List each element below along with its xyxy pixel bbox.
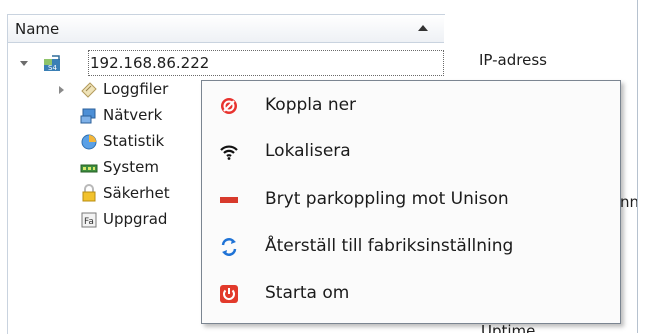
svg-text:S4: S4 <box>48 64 57 72</box>
svg-text:Fa: Fa <box>84 217 94 227</box>
tree-row-label: 192.168.86.222 <box>90 54 210 72</box>
tree-row-device[interactable]: S4 192.168.86.222 <box>8 50 444 77</box>
tree-row-uppgrad[interactable]: Fa Uppgrad <box>8 207 198 233</box>
column-header-label: Name <box>15 20 60 38</box>
tree-row-statistik[interactable]: Statistik <box>8 129 198 155</box>
upgrade-icon: Fa <box>81 212 97 228</box>
factory-reset-icon <box>221 238 237 256</box>
restart-icon <box>220 285 238 303</box>
ip-address-column-label: IP-adress <box>479 51 547 69</box>
expand-arrow-icon[interactable] <box>20 61 28 66</box>
unpair-icon <box>220 197 238 203</box>
context-menu: Koppla ner Lokalisera Bryt parkoppling m… <box>201 80 621 324</box>
menu-item-label: Starta om <box>265 283 350 303</box>
partial-column-label: nn <box>620 193 637 211</box>
tree-row-system[interactable]: System <box>8 155 198 181</box>
tree-row-label: Nätverk <box>103 106 163 124</box>
system-icon <box>80 164 98 173</box>
tree-row-label: Statistik <box>103 132 165 150</box>
tree-row-natverk[interactable]: Nätverk <box>8 103 198 129</box>
menu-item-lokalisera[interactable]: Lokalisera <box>202 132 620 172</box>
tree-row-label: System <box>103 158 159 176</box>
statistics-icon <box>81 134 97 150</box>
name-column-header[interactable]: Name <box>8 15 444 43</box>
log-files-icon <box>81 82 97 98</box>
tree-row-label: Säkerhet <box>103 184 170 202</box>
wifi-icon <box>220 145 238 160</box>
tree-row-loggfiler[interactable]: Loggfiler <box>8 77 198 103</box>
tree-row-sakerhet[interactable]: Säkerhet <box>8 181 198 207</box>
lock-icon <box>82 184 96 202</box>
panel-divider <box>637 0 638 333</box>
tree-row-label: Uppgrad <box>103 210 168 228</box>
menu-item-label: Bryt parkoppling mot Unison <box>265 189 509 209</box>
network-icon <box>80 108 96 124</box>
menu-item-starta-om[interactable]: Starta om <box>202 274 620 314</box>
collapsed-arrow-icon[interactable] <box>59 86 64 94</box>
tree-row-label: Loggfiler <box>103 80 169 98</box>
menu-item-koppla-ner[interactable]: Koppla ner <box>202 86 620 126</box>
menu-item-label: Återställ till fabriksinställning <box>265 236 514 256</box>
sort-ascending-icon <box>418 25 428 31</box>
disconnect-icon <box>221 98 237 114</box>
menu-item-aterstall[interactable]: Återställ till fabriksinställning <box>202 227 620 267</box>
device-icon: S4 <box>44 55 60 72</box>
menu-item-label: Lokalisera <box>265 141 351 161</box>
menu-item-label: Koppla ner <box>265 95 357 115</box>
menu-item-bryt-parkoppling[interactable]: Bryt parkoppling mot Unison <box>202 180 620 220</box>
